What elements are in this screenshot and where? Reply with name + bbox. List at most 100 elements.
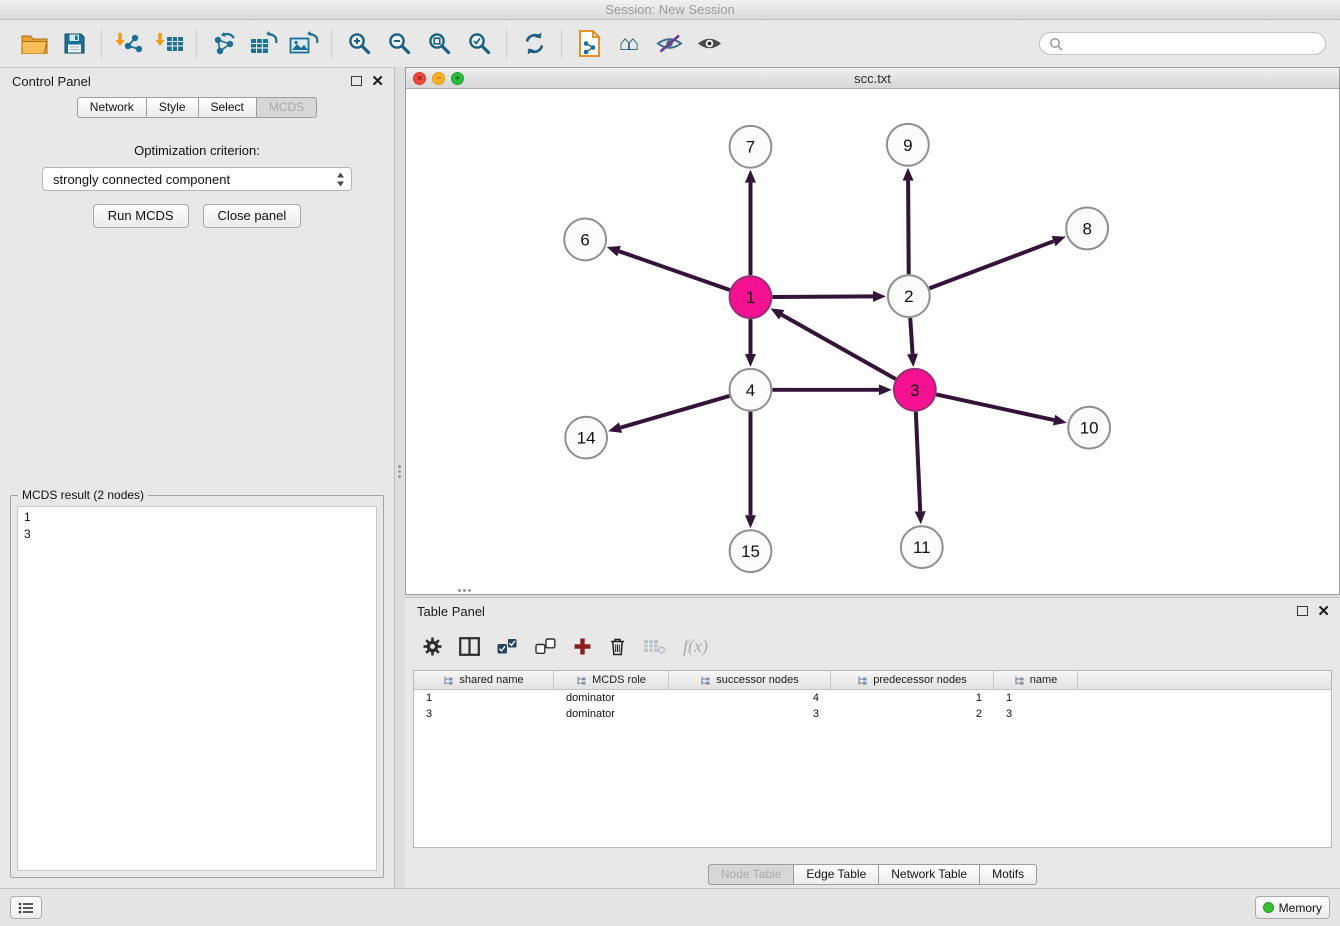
run-mcds-button[interactable]: Run MCDS [93, 204, 189, 228]
column-header-predecessor-nodes[interactable]: predecessor nodes [831, 671, 994, 689]
zoom-selected-button[interactable] [459, 26, 499, 62]
edge-arrowhead [1052, 236, 1066, 246]
graph-edge-2-9[interactable] [908, 181, 909, 275]
edge-arrowhead [879, 384, 892, 395]
control-panel: Control Panel ✕ NetworkStyleSelectMCDS O… [0, 67, 395, 888]
save-session-button[interactable] [54, 26, 94, 62]
graph-edge-4-14[interactable] [621, 396, 730, 428]
float-panel-icon[interactable] [1297, 606, 1308, 616]
table-body: 1dominator4113dominator323 [414, 690, 1331, 722]
node-label: 9 [903, 136, 912, 155]
zoom-out-icon [387, 31, 412, 56]
delete-column-button[interactable] [609, 637, 626, 656]
table-cell: 4 [669, 692, 831, 704]
network-window-titlebar: × − + scc.txt [406, 68, 1339, 89]
table-cell: 1 [414, 692, 554, 704]
import-network-button[interactable] [109, 26, 149, 62]
graph-edge-3-10[interactable] [936, 394, 1054, 420]
home-button[interactable]: ⌂⌂ [609, 26, 649, 62]
zoom-fit-icon [427, 31, 452, 56]
table-row[interactable]: 3dominator323 [414, 706, 1331, 722]
graph-edge-1-6[interactable] [619, 251, 730, 290]
zoom-fit-button[interactable] [419, 26, 459, 62]
toolbar-separator [561, 29, 562, 59]
tab-node-table[interactable]: Node Table [708, 864, 795, 885]
optimization-criterion-select[interactable]: strongly connected component [42, 167, 352, 191]
status-bar: Memory [0, 888, 1340, 926]
graph-edge-2-8[interactable] [929, 241, 1053, 288]
select-all-button[interactable] [497, 638, 518, 655]
export-network-button[interactable] [204, 26, 244, 62]
export-image-button[interactable] [284, 26, 324, 62]
birds-eye-view-button[interactable] [689, 26, 729, 62]
network-canvas[interactable]: 7968124314101511 [406, 89, 1339, 594]
edge-arrowhead [745, 170, 756, 183]
close-panel-icon[interactable]: ✕ [1317, 604, 1330, 619]
tab-edge-table[interactable]: Edge Table [793, 864, 879, 885]
hide-annotations-button[interactable] [649, 26, 689, 62]
tab-network[interactable]: Network [77, 97, 147, 118]
table-settings-button[interactable] [423, 637, 442, 656]
close-window-icon[interactable]: × [413, 72, 426, 85]
import-table-icon [154, 31, 185, 56]
column-header-name[interactable]: name [994, 671, 1078, 689]
column-layout-button[interactable] [459, 637, 480, 656]
import-table-button[interactable] [149, 26, 189, 62]
open-folder-icon [21, 33, 48, 54]
search-input[interactable] [1068, 37, 1316, 51]
vertical-splitter[interactable] [396, 67, 405, 888]
minimize-window-icon[interactable]: − [432, 72, 445, 85]
window-title: Session: New Session [605, 2, 734, 17]
maximize-window-icon[interactable]: + [451, 72, 464, 85]
memory-button[interactable]: Memory [1255, 896, 1330, 919]
graph-edge-3-11[interactable] [916, 412, 920, 512]
clipboard-network-button[interactable] [569, 26, 609, 62]
close-panel-button[interactable]: Close panel [203, 204, 302, 228]
column-header-successor-nodes[interactable]: successor nodes [669, 671, 831, 689]
delete-table-button[interactable] [643, 638, 666, 655]
graph-edge-2-3[interactable] [910, 318, 912, 354]
table-panel-tabs: Node TableEdge TableNetwork TableMotifs [405, 864, 1340, 885]
tab-motifs[interactable]: Motifs [979, 864, 1037, 885]
zoom-selected-icon [467, 31, 492, 56]
refresh-button[interactable] [514, 26, 554, 62]
attribute-icon [576, 675, 587, 686]
export-table-button[interactable] [244, 26, 284, 62]
search-field[interactable] [1039, 32, 1326, 55]
task-history-button[interactable] [10, 896, 42, 919]
tab-network-table[interactable]: Network Table [878, 864, 980, 885]
horizontal-splitter[interactable] [458, 589, 471, 592]
memory-status-icon [1263, 902, 1274, 913]
float-panel-icon[interactable] [351, 76, 362, 86]
table-cell: dominator [554, 692, 669, 704]
table-cell: 1 [994, 692, 1078, 704]
zoom-out-button[interactable] [379, 26, 419, 62]
tab-mcds[interactable]: MCDS [256, 97, 317, 118]
tab-select[interactable]: Select [198, 97, 257, 118]
graph-edge-1-2[interactable] [772, 296, 873, 297]
criterion-selected-value: strongly connected component [53, 172, 230, 187]
table-cell: 3 [994, 708, 1078, 720]
node-label: 11 [913, 538, 931, 557]
zoom-in-button[interactable] [339, 26, 379, 62]
home-icon: ⌂⌂ [619, 33, 639, 54]
tab-style[interactable]: Style [146, 97, 199, 118]
column-layout-icon [459, 637, 480, 656]
mcds-result-list[interactable]: 1 3 [17, 506, 377, 871]
open-session-button[interactable] [14, 26, 54, 62]
edge-arrowhead [608, 422, 622, 433]
deselect-all-button[interactable] [535, 638, 556, 655]
network-graph: 7968124314101511 [406, 89, 1339, 594]
column-header-shared-name[interactable]: shared name [414, 671, 554, 689]
delete-table-icon [643, 638, 666, 655]
function-builder-button[interactable]: f(x) [683, 636, 708, 657]
workspace: Control Panel ✕ NetworkStyleSelectMCDS O… [0, 67, 1340, 888]
close-panel-icon[interactable]: ✕ [371, 74, 384, 89]
graph-edge-3-1[interactable] [782, 315, 896, 379]
add-column-button[interactable] [573, 637, 592, 656]
node-label: 6 [580, 230, 589, 249]
column-header-MCDS-role[interactable]: MCDS role [554, 671, 669, 689]
table-row[interactable]: 1dominator411 [414, 690, 1331, 706]
attribute-icon [443, 675, 454, 686]
node-label: 7 [746, 138, 755, 157]
